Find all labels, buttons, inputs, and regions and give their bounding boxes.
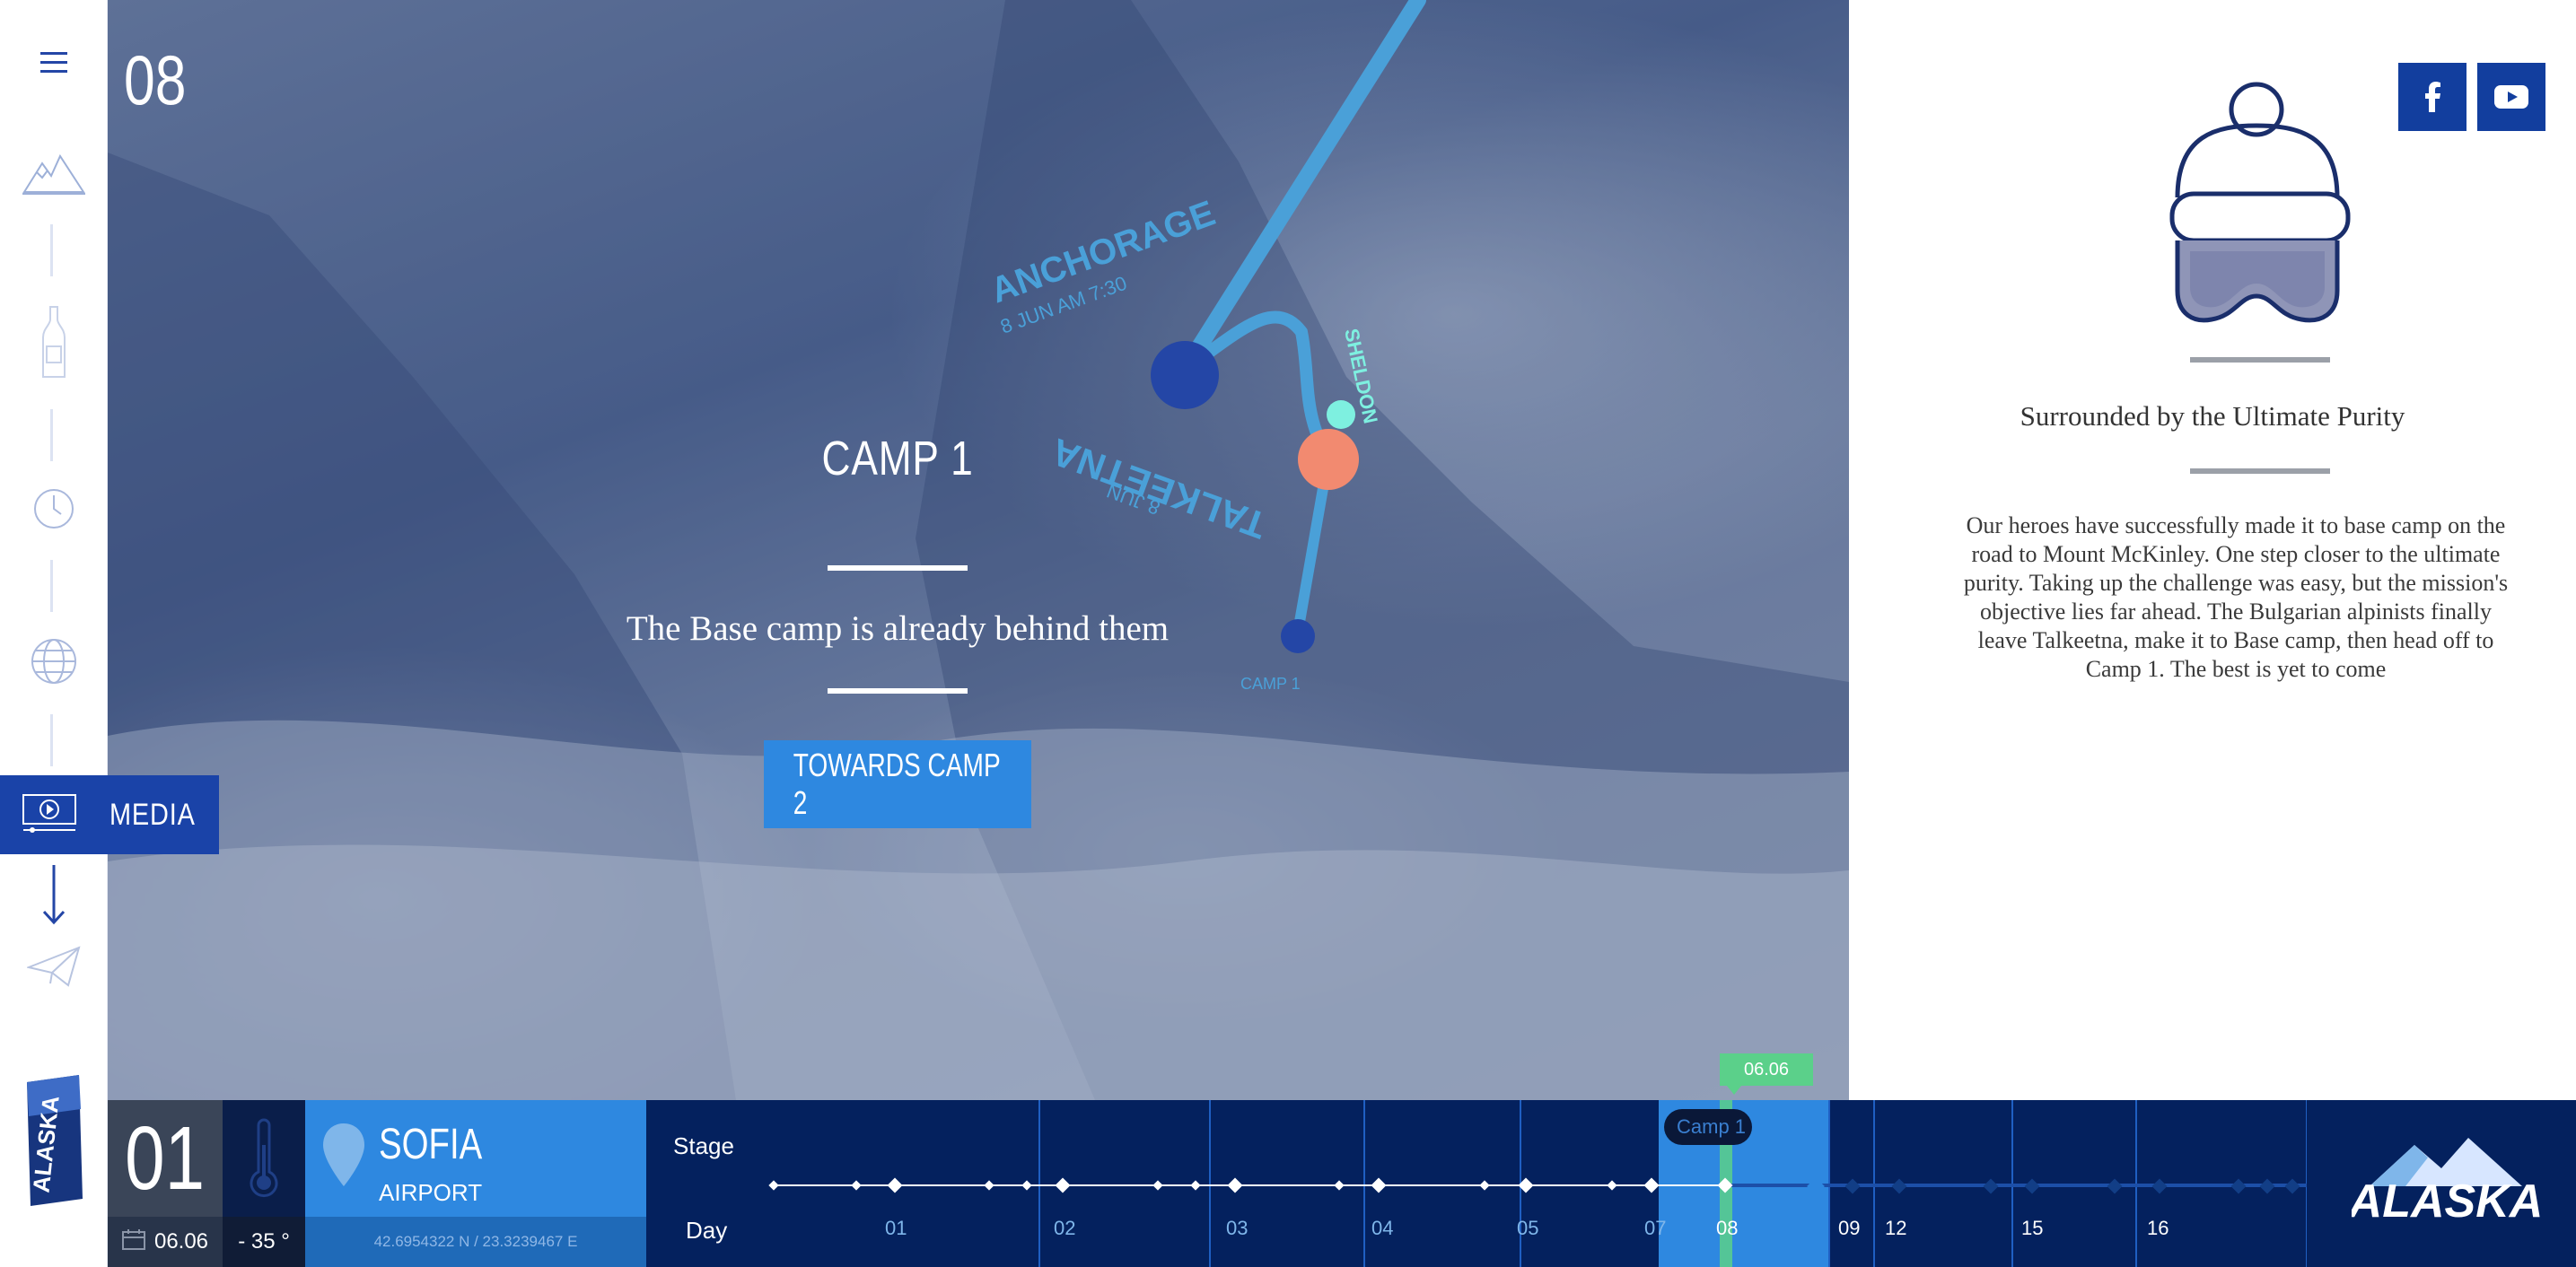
camp1-label: CAMP 1 [1240, 675, 1301, 693]
day-tick: 08 [1716, 1217, 1738, 1239]
day-tick: 15 [2021, 1217, 2043, 1239]
day-ticks: 01 02 03 04 05 07 08 09 12 15 16 [885, 1217, 2169, 1239]
location-pin-icon [323, 1123, 364, 1186]
date-tag-pointer [1727, 1086, 1741, 1095]
day-tick: 04 [1371, 1217, 1393, 1239]
sidebar-divider [50, 409, 53, 461]
day-tick: 03 [1226, 1217, 1248, 1239]
beanie-goggles-icon [2154, 81, 2364, 332]
hero-subtitle: The Base camp is already behind them [626, 609, 1170, 648]
bottle-icon[interactable] [0, 305, 108, 380]
current-date-tag: 06.06 [1720, 1053, 1813, 1086]
towards-camp2-button[interactable]: TOWARDS CAMP 2 [764, 740, 1031, 828]
day-counter: 01 [108, 1100, 223, 1217]
location-city: SOFIA [379, 1121, 483, 1168]
globe-icon[interactable] [0, 635, 108, 687]
hero-section: 08 ANCHORAGE 8 JUN AM 7:30 SHELDON TALKE… [108, 0, 1849, 1100]
sidebar-divider [50, 560, 53, 612]
date-display: 06.06 [108, 1217, 223, 1267]
youtube-icon[interactable] [2477, 63, 2545, 131]
sidebar-divider [50, 714, 53, 766]
media-play-icon [22, 793, 77, 837]
stage-row-label: Stage [673, 1132, 734, 1159]
day-tick: 07 [1644, 1217, 1666, 1239]
hero-title: CAMP 1 [821, 432, 974, 485]
day-tick: 12 [1885, 1217, 1906, 1239]
talkeetna-marker [1298, 429, 1359, 490]
sidebar: ALASKA [0, 0, 108, 1267]
anchorage-marker [1151, 341, 1219, 409]
info-panel: Surrounded by the Ultimate Purity Our he… [1849, 0, 2576, 1100]
alaska-logo[interactable]: ALASKA [2347, 1132, 2543, 1240]
clock-icon[interactable] [0, 485, 108, 533]
arrow-down-icon[interactable] [0, 863, 108, 926]
camp1-tooltip: Camp 1 [1664, 1109, 1752, 1145]
day-tick: 01 [885, 1217, 907, 1239]
temperature-value: - 35 ° [223, 1217, 305, 1267]
media-label: MEDIA [110, 797, 196, 832]
date-value: 06.06 [153, 1229, 209, 1254]
sheldon-marker [1327, 400, 1355, 429]
tooltip-label: Camp 1 [1677, 1115, 1746, 1138]
logo-text: ALASKA [2352, 1175, 2540, 1228]
calendar-icon [121, 1228, 145, 1256]
thermometer-icon [223, 1100, 305, 1217]
sidebar-divider [50, 224, 53, 276]
current-date-tag-text: 06.06 [1743, 1059, 1790, 1079]
hero-content: CAMP 1 The Base camp is already behind t… [556, 431, 1239, 694]
day-number: 01 [125, 1107, 206, 1209]
coordinates: 42.6954322 N / 23.3239467 E [305, 1217, 646, 1267]
facebook-icon[interactable] [2398, 63, 2466, 131]
alaska-logo-vertical: ALASKA [13, 1073, 97, 1208]
bottom-timeline-bar: 01 06.06 - 35 ° SOFIA AIRPORT 42.6954322… [108, 1053, 2576, 1267]
day-tick: 05 [1517, 1217, 1538, 1239]
panel-divider [2190, 468, 2330, 474]
location-subtitle: AIRPORT [379, 1179, 483, 1206]
stage-timeline[interactable]: 01 02 03 04 05 07 08 09 12 15 16 Camp 1 [761, 1100, 2307, 1267]
panel-divider [2190, 357, 2330, 363]
day-row-label: Day [686, 1217, 728, 1244]
cta-label: TOWARDS CAMP 2 [793, 747, 1001, 821]
day-tick: 16 [2147, 1217, 2169, 1239]
panel-title: Surrounded by the Ultimate Purity [2020, 400, 2405, 432]
camp1-marker [1281, 619, 1315, 653]
panel-body: Our heroes have successfully made it to … [1963, 512, 2509, 682]
day-tick: 02 [1054, 1217, 1075, 1239]
day-tick: 09 [1838, 1217, 1860, 1239]
menu-icon[interactable] [0, 43, 108, 83]
location-box: SOFIA AIRPORT [305, 1100, 646, 1217]
media-tab[interactable]: MEDIA [0, 775, 219, 854]
hero-divider [828, 565, 968, 571]
mountain-icon[interactable] [0, 149, 108, 197]
hero-divider [828, 688, 968, 694]
paper-plane-icon[interactable] [0, 946, 108, 987]
